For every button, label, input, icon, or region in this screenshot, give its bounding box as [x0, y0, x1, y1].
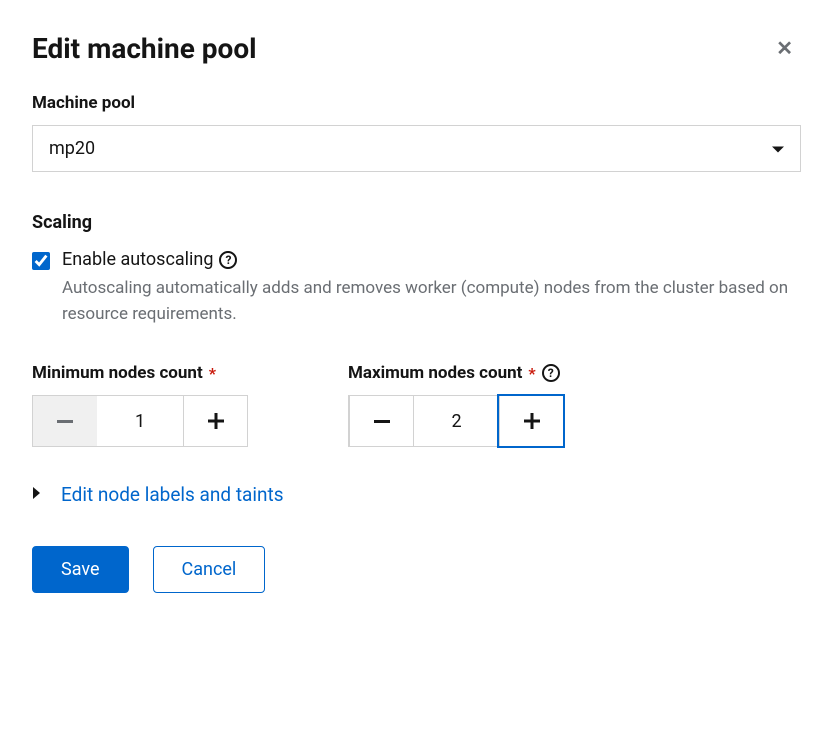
edit-labels-taints-link[interactable]: Edit node labels and taints: [61, 483, 284, 506]
maximum-nodes-stepper: [348, 395, 564, 447]
cancel-button[interactable]: Cancel: [153, 546, 266, 593]
plus-icon: [524, 413, 540, 429]
close-icon: ✕: [776, 38, 793, 60]
minus-icon: [57, 420, 73, 423]
required-asterisk: *: [528, 364, 535, 383]
machine-pool-selected-value: mp20: [49, 138, 95, 159]
modal-title: Edit machine pool: [32, 32, 257, 65]
maximum-nodes-decrement-button[interactable]: [349, 396, 413, 446]
machine-pool-label: Machine pool: [32, 93, 801, 113]
help-icon[interactable]: ?: [542, 364, 560, 382]
minimum-nodes-increment-button[interactable]: [183, 396, 247, 446]
maximum-nodes-increment-button[interactable]: [499, 396, 563, 446]
close-button[interactable]: ✕: [768, 32, 801, 65]
enable-autoscaling-checkbox[interactable]: [32, 252, 50, 270]
scaling-heading: Scaling: [32, 212, 801, 233]
minus-icon: [374, 420, 390, 423]
minimum-nodes-decrement-button: [33, 396, 97, 446]
minimum-nodes-label: Minimum nodes count: [32, 363, 203, 383]
minimum-nodes-stepper: [32, 395, 248, 447]
plus-icon: [208, 413, 224, 429]
enable-autoscaling-label: Enable autoscaling: [62, 249, 213, 270]
required-asterisk: *: [209, 364, 216, 383]
chevron-right-icon[interactable]: [32, 485, 41, 504]
save-button[interactable]: Save: [32, 546, 129, 593]
autoscaling-description: Autoscaling automatically adds and remov…: [62, 276, 801, 327]
machine-pool-select[interactable]: mp20: [32, 125, 801, 172]
minimum-nodes-input[interactable]: [97, 396, 183, 446]
maximum-nodes-label: Maximum nodes count: [348, 363, 522, 383]
help-icon[interactable]: ?: [219, 251, 237, 269]
maximum-nodes-input[interactable]: [413, 396, 499, 446]
